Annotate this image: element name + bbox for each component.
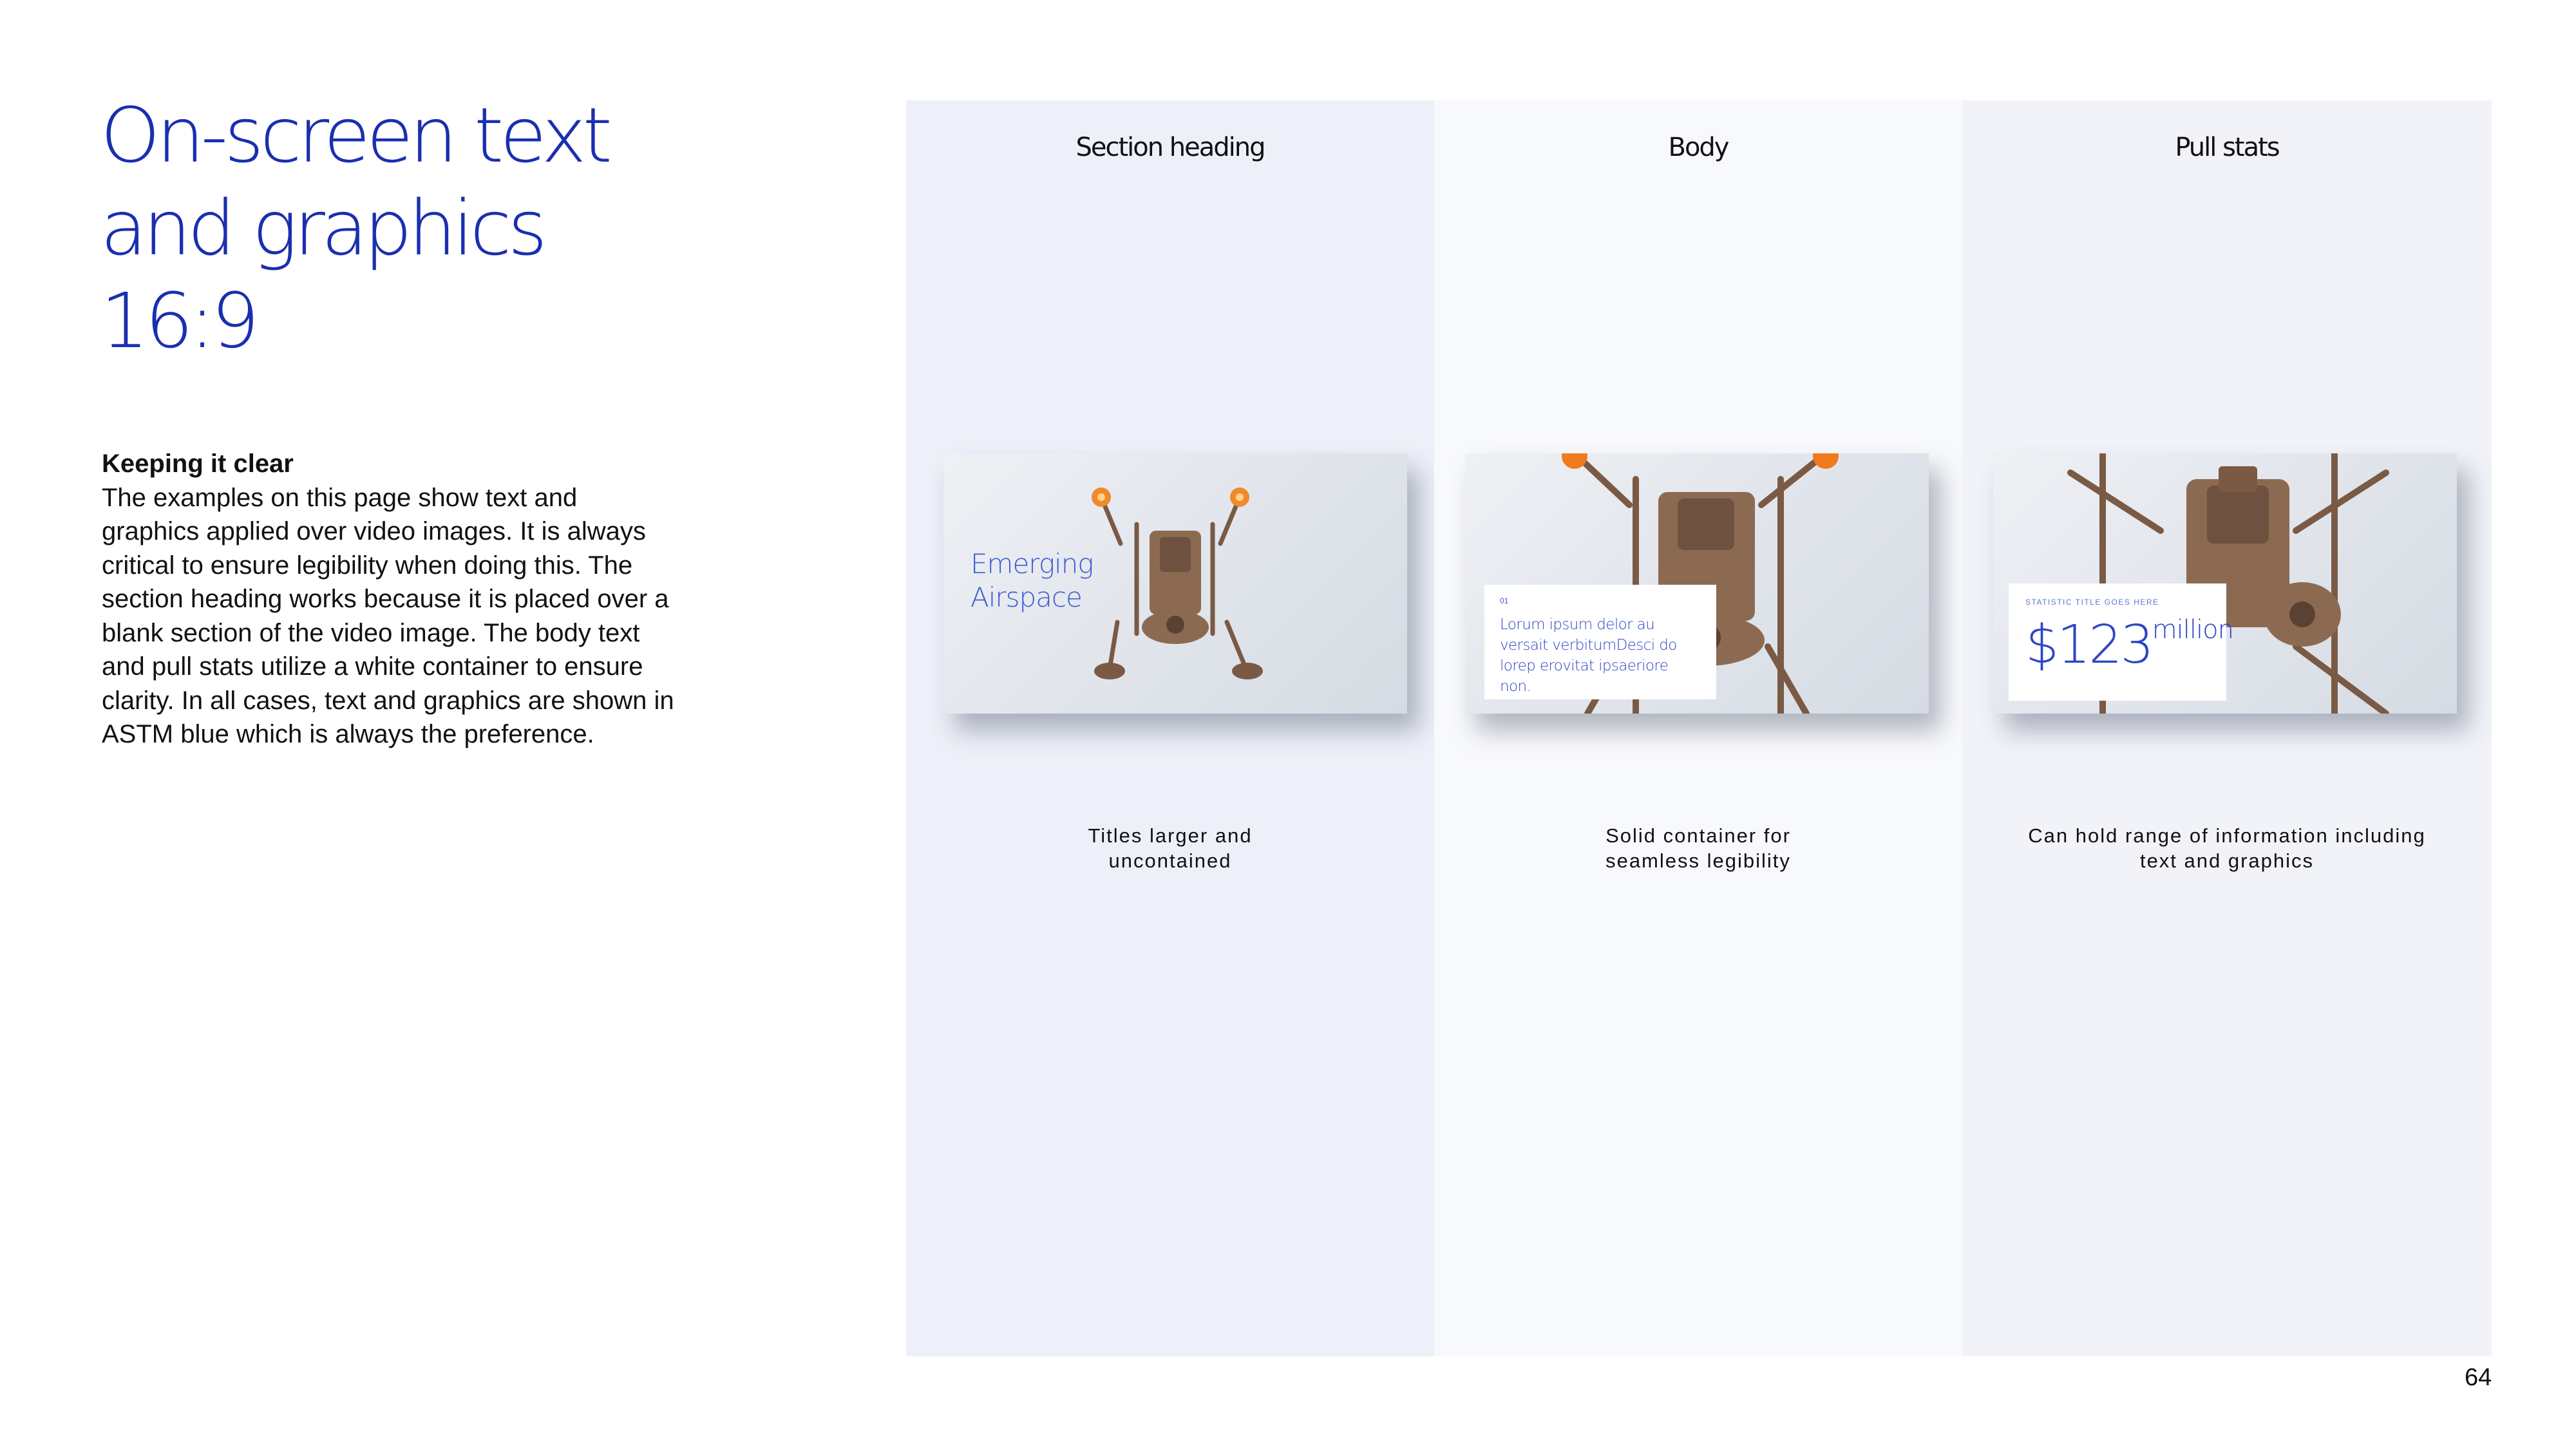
column-pull-stats: Pull stats STATISTIC TITLE GOES HERE $12…: [1962, 100, 2492, 1356]
body-item-number: 01: [1500, 596, 1509, 605]
column-caption: Can hold range of information including …: [1988, 823, 2466, 873]
caption-line: Titles larger and: [1088, 824, 1253, 847]
intro-body: The examples on this page show text and …: [102, 483, 674, 749]
caption-line: seamless legibility: [1605, 849, 1791, 872]
drone-video-thumbnail: Emerging Airspace: [943, 453, 1407, 714]
body-overlay-text: Lorum ipsum delor au versait verbitumDes…: [1500, 616, 1677, 695]
section-heading-overlay: Emerging Airspace: [971, 547, 1094, 614]
title-line: On-screen text: [100, 91, 612, 180]
intro-text-block: Keeping it clear The examples on this pa…: [102, 447, 681, 752]
drone-video-thumbnail: STATISTIC TITLE GOES HERE $123million: [1993, 453, 2457, 714]
caption-line: uncontained: [1108, 849, 1232, 872]
pull-stat-container: STATISTIC TITLE GOES HERE $123million: [2009, 583, 2234, 701]
column-title: Section heading: [1075, 133, 1265, 162]
page-title: On-screen text and graphics 16:9: [100, 89, 809, 367]
statistic-value: $123: [2025, 614, 2154, 676]
drone-video-thumbnail: 01 Lorum ipsum delor au versait verbitum…: [1465, 453, 1929, 714]
overlay-line: Emerging: [971, 548, 1094, 580]
intro-heading: Keeping it clear: [102, 450, 294, 478]
column-caption: Titles larger and uncontained: [932, 823, 1408, 873]
caption-line: Solid container for: [1605, 824, 1791, 847]
column-title: Body: [1668, 133, 1730, 162]
column-section-heading: Section heading Emerging Airspace Titles…: [906, 100, 1434, 1356]
column-caption: Solid container for seamless legibility: [1460, 823, 1937, 873]
column-title: Pull stats: [2175, 133, 2280, 162]
body-text-container: 01 Lorum ipsum delor au versait verbitum…: [1484, 585, 1716, 699]
caption-line: Can hold range of information including: [2028, 824, 2426, 847]
rotor-light: [1562, 453, 1587, 469]
statistic-row: $123million: [2025, 614, 2234, 676]
overlay-line: Airspace: [971, 582, 1083, 613]
statistic-unit: million: [2152, 615, 2234, 645]
title-line: 16:9: [100, 276, 260, 365]
statistic-title: STATISTIC TITLE GOES HERE: [2025, 598, 2159, 607]
page-number: 64: [2465, 1364, 2492, 1391]
title-line: and graphics: [100, 184, 547, 272]
caption-line: text and graphics: [2139, 849, 2315, 872]
column-body: Body 01 Lorum ipsum delor au versait ver…: [1434, 100, 1962, 1356]
rotor-light: [1813, 453, 1839, 469]
